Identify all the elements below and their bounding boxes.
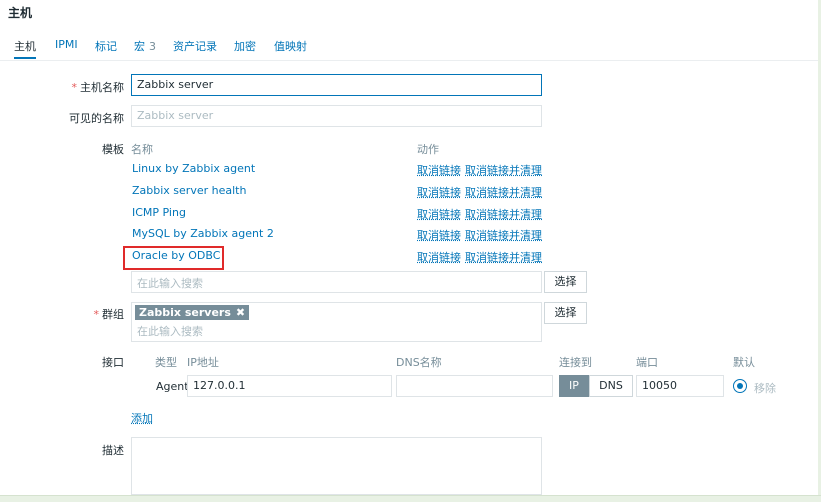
- hostname-input[interactable]: Zabbix server: [131, 74, 542, 96]
- hostname-label: * 主机名称: [71, 81, 125, 94]
- unlink-and-clear-button[interactable]: 取消链接并清理: [465, 184, 542, 200]
- unlink-button[interactable]: 取消链接: [417, 206, 461, 222]
- dialog-title: 主机: [8, 6, 33, 20]
- interfaces-label: 接口: [102, 356, 124, 369]
- tab-encryption[interactable]: 加密: [234, 38, 256, 57]
- interface-col-default: 默认: [733, 356, 755, 369]
- description-textarea[interactable]: [131, 437, 542, 495]
- interface-col-port: 端口: [636, 356, 658, 369]
- interface-col-type: 类型: [155, 356, 177, 369]
- template-link[interactable]: MySQL by Zabbix agent 2: [132, 227, 274, 240]
- unlink-button[interactable]: 取消链接: [417, 184, 461, 200]
- visible-name-input[interactable]: Zabbix server: [131, 105, 542, 127]
- interface-col-ip: IP地址: [187, 356, 219, 369]
- connect-dns-button[interactable]: DNS: [589, 375, 633, 397]
- templates-col-name: 名称: [131, 143, 153, 156]
- interface-col-dns: DNS名称: [396, 356, 442, 369]
- groups-label: * 群组: [93, 308, 125, 321]
- unlink-and-clear-button[interactable]: 取消链接并清理: [465, 206, 542, 222]
- interface-ip-input[interactable]: 127.0.0.1: [187, 375, 392, 397]
- remove-tag-icon[interactable]: ✖: [236, 306, 245, 319]
- interface-dns-input[interactable]: [396, 375, 553, 397]
- add-interface-link[interactable]: 添加: [131, 410, 153, 426]
- template-select-button[interactable]: 选择: [544, 271, 587, 293]
- unlink-button[interactable]: 取消链接: [417, 162, 461, 178]
- tab-value-mapping[interactable]: 值映射: [274, 38, 307, 57]
- templates-label: 模板: [102, 143, 124, 156]
- tab-inventory[interactable]: 资产记录: [173, 38, 217, 57]
- tab-bar: 主机 IPMI 标记 宏3 资产记录 加密 值映射: [0, 38, 818, 61]
- template-link[interactable]: Zabbix server health: [132, 184, 246, 197]
- template-search-input[interactable]: 在此输入搜索: [131, 271, 542, 293]
- tab-tags[interactable]: 标记: [95, 38, 117, 57]
- unlink-button[interactable]: 取消链接: [417, 249, 461, 265]
- unlink-button[interactable]: 取消链接: [417, 227, 461, 243]
- unlink-and-clear-button[interactable]: 取消链接并清理: [465, 249, 542, 265]
- interface-remove-link[interactable]: 移除: [754, 380, 776, 396]
- templates-col-action: 动作: [417, 143, 439, 156]
- interface-col-connect: 连接到: [559, 356, 592, 369]
- group-tag: Zabbix servers ✖: [135, 305, 250, 320]
- tab-macros-count: 3: [149, 40, 156, 53]
- groups-search-placeholder[interactable]: 在此输入搜索: [137, 323, 203, 339]
- unlink-and-clear-button[interactable]: 取消链接并清理: [465, 162, 542, 178]
- tab-host[interactable]: 主机: [14, 38, 36, 59]
- highlight-box: [123, 246, 224, 270]
- tab-macros[interactable]: 宏3: [134, 38, 156, 57]
- group-tag-label: Zabbix servers: [139, 306, 231, 319]
- groups-select-button[interactable]: 选择: [544, 302, 587, 324]
- interface-type-agent: Agent: [156, 380, 189, 393]
- template-link[interactable]: ICMP Ping: [132, 206, 186, 219]
- tab-ipmi[interactable]: IPMI: [55, 38, 78, 57]
- interface-port-input[interactable]: 10050: [636, 375, 724, 397]
- description-label: 描述: [102, 444, 124, 457]
- visible-name-label: 可见的名称: [69, 112, 124, 125]
- template-link[interactable]: Linux by Zabbix agent: [132, 162, 255, 175]
- unlink-and-clear-button[interactable]: 取消链接并清理: [465, 227, 542, 243]
- connect-ip-button[interactable]: IP: [559, 375, 589, 397]
- default-interface-radio[interactable]: [733, 379, 747, 393]
- tab-macros-label: 宏: [134, 40, 145, 53]
